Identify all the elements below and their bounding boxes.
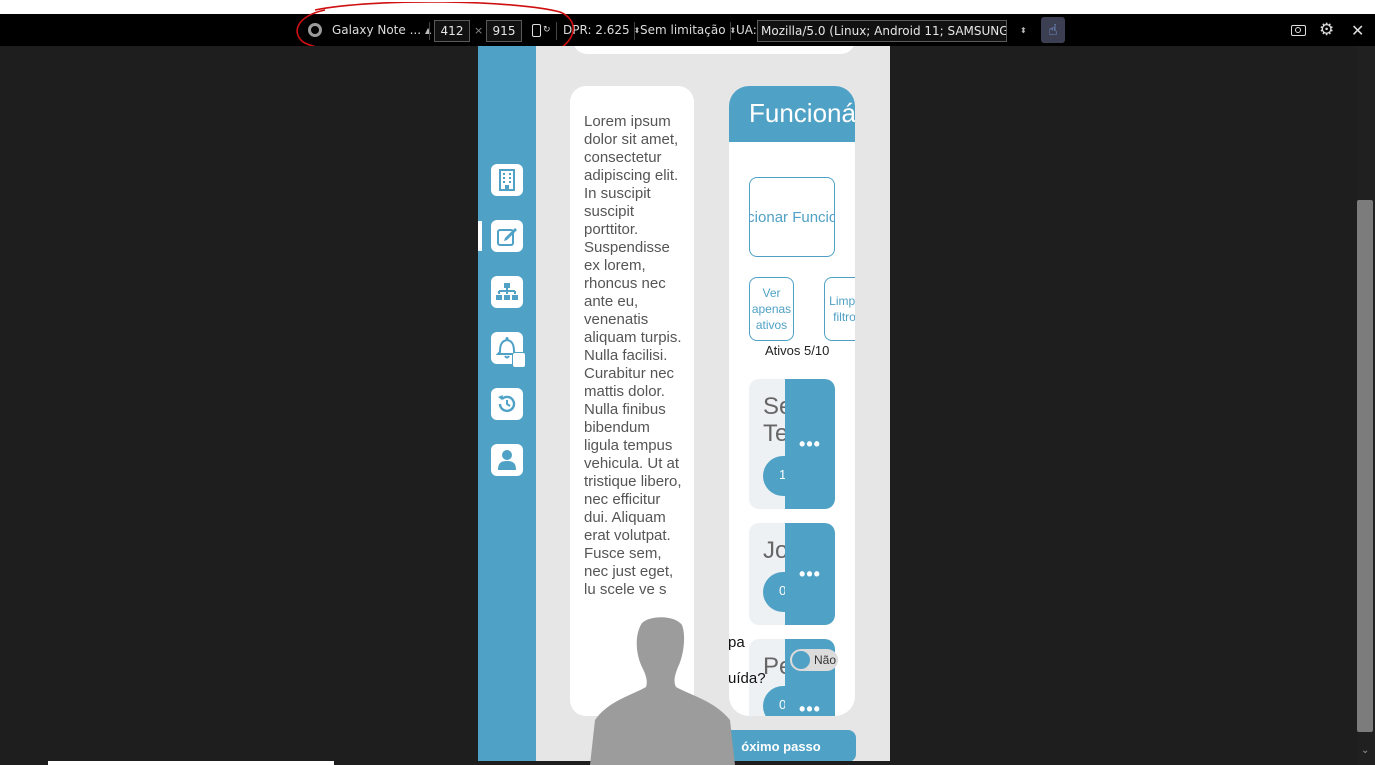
org-chart-icon [496,283,518,300]
sidebar-item-edit[interactable] [491,220,523,252]
lorem-text: Lorem ipsum dolor sit amet, consectetur … [584,113,682,598]
throttle-selector[interactable]: Sem limitação ⬍ [640,14,736,46]
scrollbar-thumb[interactable] [1357,200,1373,732]
person-silhouette-icon [590,617,735,765]
updown-caret-icon: ⬍ [1020,25,1027,35]
top-card [573,46,855,54]
sidebar [478,46,536,761]
ua-caret[interactable]: ⬍ [1016,14,1027,46]
camera-icon [1291,24,1306,36]
employee-card[interactable]: Jo 0 ••• [749,523,835,625]
divider [556,22,557,40]
employees-card: Funcionários + Adicionar Funcionário Ver… [729,86,855,716]
devtools-device-toolbar: Galaxy Note ... ▲ 412 × 915 ↻ DPR: 2.625… [0,14,1375,46]
ua-label: UA: [736,23,757,37]
status-toggle[interactable]: Não [790,649,838,671]
sidebar-item-notifications[interactable] [491,332,526,368]
user-icon [498,450,516,470]
user-agent-input[interactable]: Mozilla/5.0 (Linux; Android 11; SAMSUNG … [757,20,1007,42]
divider [634,22,635,40]
chrome-icon [308,23,322,37]
touch-toggle-button[interactable]: ☝ [1041,17,1065,43]
history-icon [498,395,516,413]
screenshot-button[interactable] [1291,14,1306,46]
browser-top-strip [0,0,1375,14]
sidebar-item-company[interactable] [491,164,523,196]
divider [730,22,731,40]
employees-title: Funcionários [749,98,855,128]
device-name: Galaxy Note ... [332,23,422,37]
throttle-label: Sem limitação [640,23,726,37]
gear-icon: ⚙ [1319,20,1335,40]
active-count: Ativos 5/10 [765,343,830,358]
add-employee-button[interactable]: + Adicionar Funcionário [749,177,835,257]
sidebar-item-history[interactable] [491,388,523,420]
clear-filters-button[interactable]: Limpar filtros [824,277,855,341]
close-button[interactable]: ✕ [1351,14,1364,46]
rotate-arrow-icon: ↻ [543,25,551,35]
building-icon [499,169,515,191]
device-selector[interactable]: Galaxy Note ... ▲ [308,14,431,46]
more-options-button[interactable]: ••• [785,523,835,625]
toggle-label: Não [814,653,837,667]
scroll-down-icon[interactable]: ⌄ [1361,745,1369,756]
rotate-button[interactable]: ↻ [532,14,551,46]
sidebar-item-org[interactable] [491,276,523,308]
toggle-knob [792,651,810,669]
rotate-device-icon [532,23,541,37]
width-input[interactable]: 412 [434,20,470,42]
settings-button[interactable]: ⚙ [1319,14,1334,46]
employee-card[interactable]: Se Te 1 ••• [749,379,835,509]
height-input[interactable]: 915 [486,20,522,42]
sidebar-item-profile[interactable] [491,444,523,476]
touch-hand-icon: ☝ [1048,21,1058,39]
dpr-selector[interactable]: DPR: 2.625 ⬍ [563,14,640,46]
divider [429,22,430,40]
close-icon: ✕ [1351,20,1365,40]
edit-icon [497,228,517,246]
active-indicator [478,221,482,251]
employees-header: Funcionários [729,86,855,142]
document-badge-icon [512,352,526,368]
filter-active-button[interactable]: Ver apenas ativos [749,277,794,341]
more-options-button[interactable]: ••• [785,379,835,509]
taskbar-strip [48,761,334,765]
dimension-separator: × [474,23,484,37]
dpr-label: DPR: 2.625 [563,23,630,37]
